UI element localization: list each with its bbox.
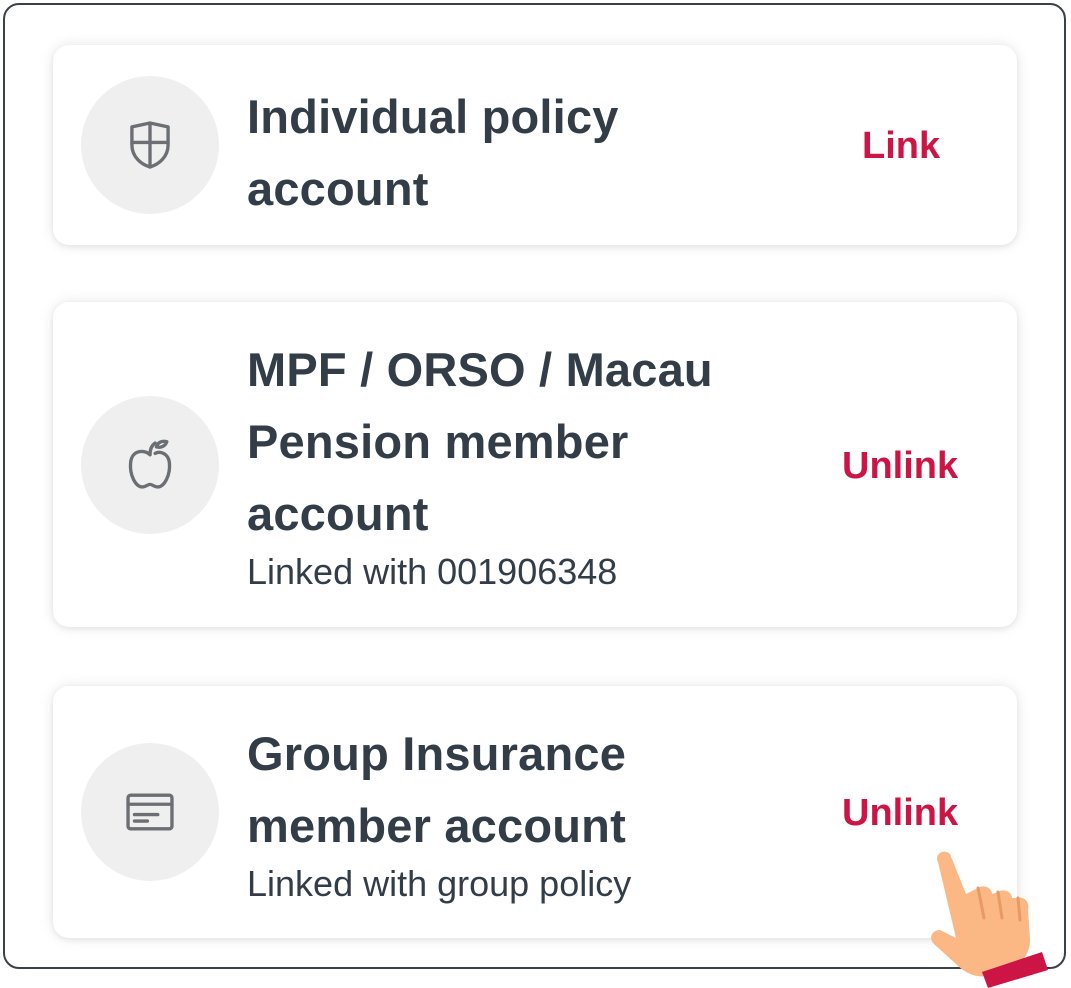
shield-icon xyxy=(81,76,219,214)
account-card-group-insurance: Group Insurance member account Linked wi… xyxy=(53,686,1017,938)
unlink-button[interactable]: Unlink xyxy=(842,445,958,488)
unlink-button[interactable]: Unlink xyxy=(842,792,958,835)
card-icon xyxy=(81,743,219,881)
link-button[interactable]: Link xyxy=(862,125,940,168)
pointing-hand-icon xyxy=(931,851,1048,988)
account-title: Group Insurance member account xyxy=(247,727,627,852)
account-title: Individual policy account xyxy=(247,90,619,215)
account-info: MPF / ORSO / Macau Pension member accoun… xyxy=(247,334,787,598)
screen-frame: Individual policy account Link MPF / ORS… xyxy=(3,3,1066,969)
apple-icon xyxy=(81,396,219,534)
account-card-individual-policy: Individual policy account Link xyxy=(53,45,1017,245)
account-linked-status: Linked with group policy xyxy=(247,863,632,904)
account-info: Group Insurance member account Linked wi… xyxy=(247,718,787,910)
account-title: MPF / ORSO / Macau Pension member accoun… xyxy=(247,343,713,540)
account-info: Individual policy account xyxy=(247,81,787,225)
account-card-mpf-orso: MPF / ORSO / Macau Pension member accoun… xyxy=(53,302,1017,627)
account-linked-status: Linked with 001906348 xyxy=(247,551,618,592)
